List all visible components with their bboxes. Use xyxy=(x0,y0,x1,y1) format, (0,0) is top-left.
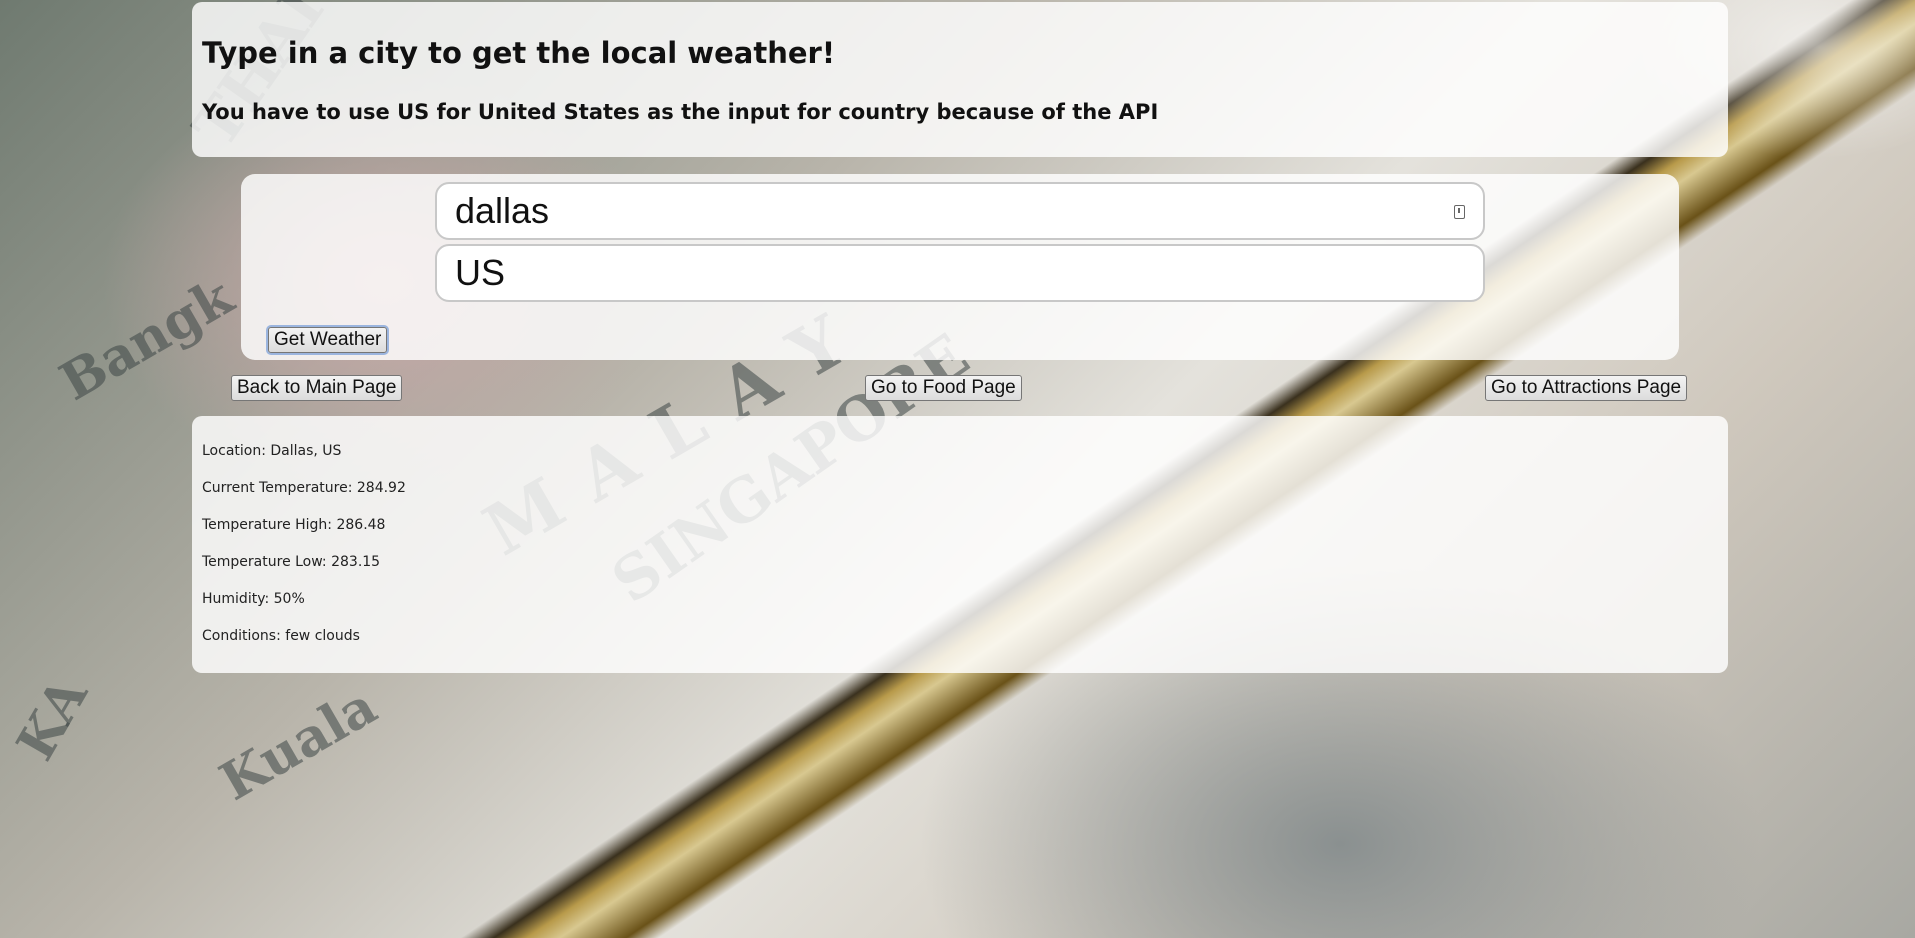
conditions-text: Conditions: few clouds xyxy=(202,628,360,644)
attractions-page-button[interactable]: Go to Attractions Page xyxy=(1485,375,1688,401)
header-panel: Type in a city to get the local weather!… xyxy=(192,2,1728,157)
map-background-text: KA xyxy=(5,667,100,771)
map-background-text: Kuala xyxy=(210,675,387,813)
map-background-text: Bangk xyxy=(50,266,244,413)
city-input[interactable]: dallas xyxy=(435,182,1485,240)
food-page-button[interactable]: Go to Food Page xyxy=(865,375,1022,401)
country-input[interactable]: US xyxy=(435,244,1485,302)
temperature-high-text: Temperature High: 286.48 xyxy=(202,517,386,533)
back-to-main-button[interactable]: Back to Main Page xyxy=(231,375,403,401)
temperature-low-text: Temperature Low: 283.15 xyxy=(202,554,381,570)
page-title: Type in a city to get the local weather! xyxy=(202,36,836,70)
city-input-value: dallas xyxy=(455,190,550,231)
autofill-icon[interactable] xyxy=(1454,205,1465,219)
weather-form: dallas US Get Weather xyxy=(241,174,1679,360)
location-text: Location: Dallas, US xyxy=(202,443,342,459)
country-input-value: US xyxy=(455,252,506,293)
weather-results: Location: Dallas, US Current Temperature… xyxy=(192,416,1728,673)
get-weather-button[interactable]: Get Weather xyxy=(268,327,388,353)
humidity-text: Humidity: 50% xyxy=(202,591,305,607)
current-temperature-text: Current Temperature: 284.92 xyxy=(202,480,406,496)
page-subtitle: You have to use US for United States as … xyxy=(202,100,1159,124)
